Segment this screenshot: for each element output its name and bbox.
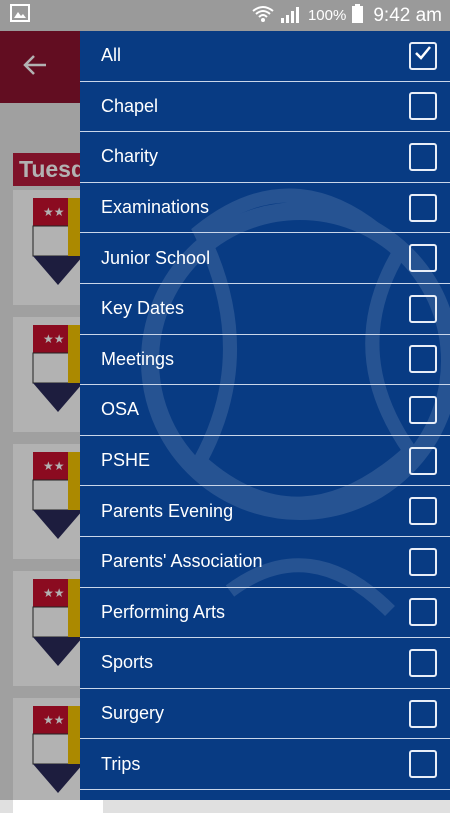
checkbox[interactable] (409, 750, 437, 779)
filter-label: Sports (101, 652, 154, 673)
checkbox[interactable] (409, 699, 437, 728)
checkbox[interactable] (409, 598, 437, 627)
filter-label: Examinations (101, 197, 210, 218)
filter-label: OSA (101, 399, 140, 420)
filter-item[interactable]: Chapel (80, 82, 450, 133)
filter-label: Meetings (101, 348, 175, 369)
filter-item[interactable]: Parents' Association (80, 537, 450, 588)
filter-item[interactable]: Trips (80, 739, 450, 790)
filter-item[interactable]: Meetings (80, 335, 450, 386)
category-filter-drawer: All Chapel Charity Examinations Junior S… (80, 31, 450, 800)
filter-item[interactable]: Examinations (80, 183, 450, 234)
checkbox[interactable] (409, 345, 437, 374)
checkbox[interactable] (409, 497, 437, 526)
filter-label: Key Dates (101, 298, 185, 319)
gallery-icon (10, 4, 30, 27)
filter-label: Parents Evening (101, 500, 234, 521)
filter-label: Charity (101, 146, 159, 167)
checkbox[interactable] (409, 446, 437, 475)
checkbox[interactable] (409, 193, 437, 222)
filter-list: All Chapel Charity Examinations Junior S… (80, 31, 450, 790)
checkmark-icon (413, 43, 433, 68)
checkbox[interactable] (409, 244, 437, 273)
status-bar: 100% 9:42 am (0, 0, 450, 31)
filter-label: Parents' Association (101, 551, 263, 572)
checkbox[interactable] (409, 41, 437, 70)
battery-percent: 100% (307, 7, 347, 24)
clock: 9:42 am (373, 4, 442, 26)
filter-item[interactable]: Junior School (80, 233, 450, 284)
filter-item[interactable]: PSHE (80, 436, 450, 487)
checkbox[interactable] (409, 294, 437, 323)
filter-label: Chapel (101, 95, 159, 116)
filter-label: Trips (101, 753, 141, 774)
filter-label: Junior School (101, 247, 211, 268)
checkbox[interactable] (409, 395, 437, 424)
checkbox[interactable] (409, 92, 437, 121)
filter-item[interactable]: Surgery (80, 689, 450, 740)
wifi-icon (252, 5, 274, 27)
filter-item[interactable]: Charity (80, 132, 450, 183)
checkbox[interactable] (409, 648, 437, 677)
battery-icon (352, 4, 364, 27)
filter-item[interactable]: All (80, 31, 450, 82)
filter-label: Performing Arts (101, 601, 226, 622)
filter-item[interactable]: OSA (80, 385, 450, 436)
checkbox[interactable] (409, 547, 437, 576)
filter-label: Surgery (101, 703, 165, 724)
signal-icon (280, 5, 302, 27)
filter-item[interactable]: Performing Arts (80, 588, 450, 639)
filter-item[interactable]: Parents Evening (80, 486, 450, 537)
filter-item[interactable]: Sports (80, 638, 450, 689)
filter-label: All (101, 45, 122, 66)
filter-item[interactable]: Key Dates (80, 284, 450, 335)
checkbox[interactable] (409, 142, 437, 171)
filter-label: PSHE (101, 450, 151, 471)
